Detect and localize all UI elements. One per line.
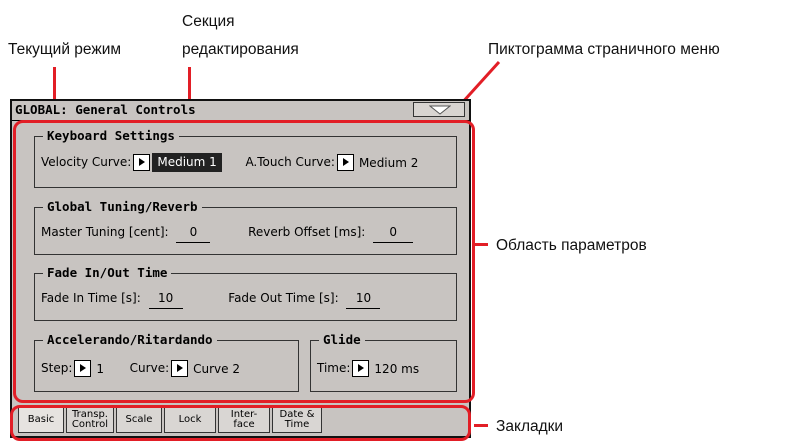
- section-name: General Controls: [75, 102, 196, 117]
- edit-section-label-line2: редактирования: [182, 41, 299, 58]
- tabs-highlight: [10, 405, 471, 441]
- parameters-area-label: Область параметров: [496, 237, 647, 254]
- current-mode-label: Текущий режим: [8, 41, 122, 58]
- mode-name: GLOBAL:: [15, 102, 68, 117]
- page-header: GLOBAL: General Controls: [12, 101, 469, 119]
- parameters-leader: [474, 243, 488, 246]
- tabs-label: Закладки: [496, 418, 564, 435]
- page-menu-icon-label: Пиктограмма страничного меню: [488, 41, 720, 58]
- current-mode-leader: [53, 67, 56, 99]
- tabs-leader: [474, 424, 488, 427]
- edit-section-leader: [188, 67, 191, 99]
- parameters-area-highlight: [13, 120, 475, 403]
- triangle-down-icon: [429, 105, 451, 115]
- page-menu-button[interactable]: [413, 102, 465, 117]
- edit-section-label-line1: Секция: [182, 13, 235, 30]
